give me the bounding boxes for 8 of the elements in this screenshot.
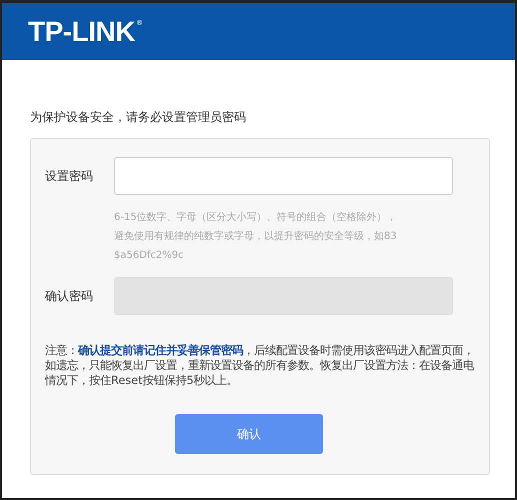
hint-text: 6-15位数字、字母（区分大小写）、符号的组合（空格除外）， 避免使用有规律的纯数字或字母，以提升密码的安全等级，如83 $a56Dfc2%9c	[114, 210, 398, 263]
field-label: 确认密码	[45, 288, 94, 304]
notice-text: 注意：确认提交前请记住并妥善保管密码，后续配置设备时需使用该密码进入配置页面，如遗忘，只能恢复出厂设置，重新设置设备的所有参数。恢复出厂设置方法：在设备通电情况下，按住Reset按钮保持5秒以上。	[45, 343, 476, 388]
intro-text: 为保护设备安全，请务必设置管理员密码	[30, 109, 247, 126]
confirm-button[interactable]: 确认	[175, 414, 323, 454]
field-label: 设置密码	[45, 168, 94, 184]
logo: TP-LINK	[28, 16, 135, 48]
password-field[interactable]	[114, 157, 453, 195]
